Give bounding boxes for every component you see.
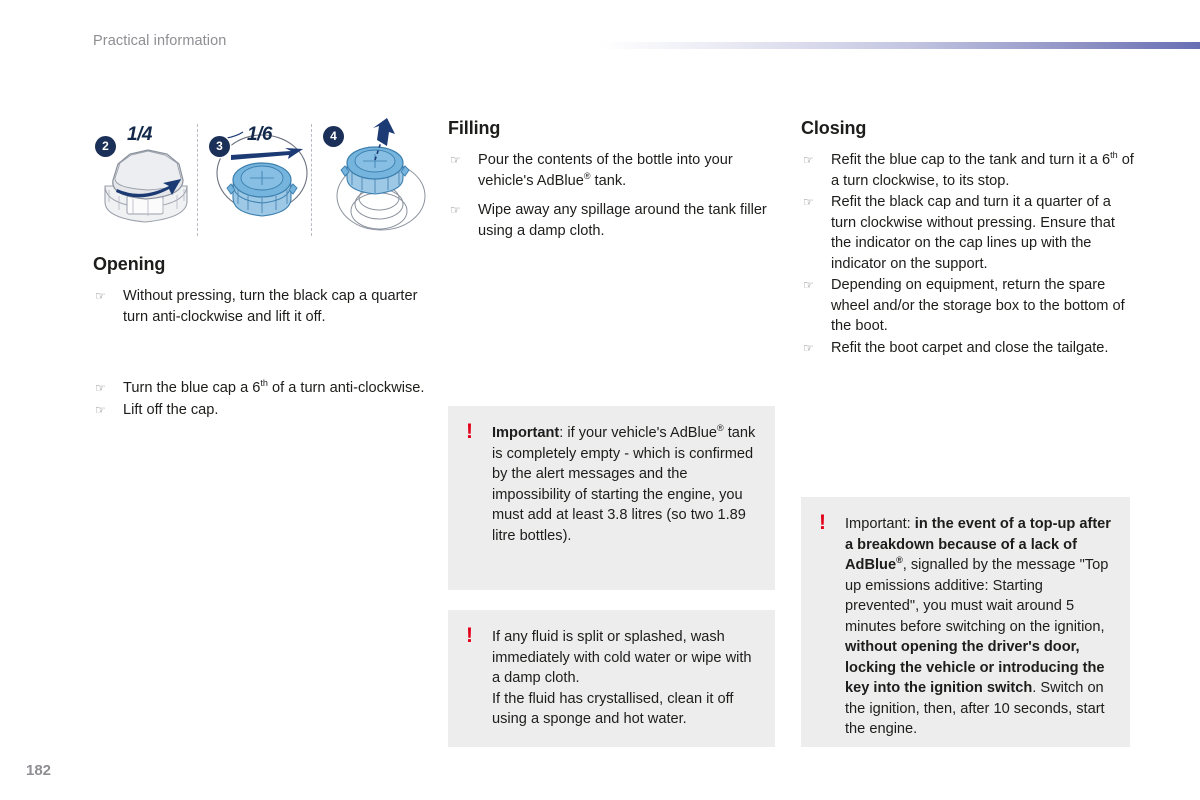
heading-filling: Filling — [448, 118, 501, 138]
list-item-text-pre: Turn the blue cap a 6 — [123, 380, 261, 396]
hand-pointer-icon: ☞ — [803, 278, 814, 292]
list-item: ☞ Refit the black cap and turn it a quar… — [801, 192, 1136, 274]
list-item-text: Wipe away any spillage around the tank f… — [478, 202, 767, 239]
list-item-text-post: of a turn anti-clockwise. — [267, 380, 425, 396]
page-title: Practical information — [93, 33, 227, 49]
illustration-panel-2: 3 1/6 — [207, 118, 317, 240]
left-column: 2 1/4 3 1/6 4 Opening ☞ Without pressing… — [93, 118, 438, 421]
registered-mark: ® — [717, 423, 724, 434]
illustration-divider-2 — [311, 124, 312, 236]
illustration-panel-3: 4 — [321, 118, 431, 240]
note-lead: Important: — [845, 516, 915, 532]
list-item-text: Without pressing, turn the black cap a q… — [123, 288, 418, 325]
illustration-panel-1: 2 1/4 — [93, 118, 203, 240]
hand-pointer-icon: ☞ — [450, 203, 461, 217]
hand-pointer-icon: ☞ — [95, 289, 106, 303]
fraction-label-sixth: 1/6 — [247, 124, 272, 145]
illustration-divider-1 — [197, 124, 198, 236]
closing-step-list: ☞ Refit the blue cap to the tank and tur… — [801, 150, 1136, 358]
fraction-label-quarter: 1/4 — [127, 124, 152, 145]
middle-column: Filling ☞ Pour the contents of the bottl… — [448, 118, 778, 242]
exclamation-icon: ! — [466, 420, 473, 443]
heading-closing: Closing — [801, 118, 867, 138]
hand-pointer-icon: ☞ — [450, 153, 461, 167]
page-number: 182 — [26, 762, 52, 779]
hand-pointer-icon: ☞ — [803, 153, 814, 167]
heading-opening: Opening — [93, 254, 166, 274]
important-note-box-empty-tank: ! Important: if your vehicle's AdBlue® t… — [448, 406, 775, 590]
hand-pointer-icon: ☞ — [803, 195, 814, 209]
list-item: ☞ Refit the blue cap to the tank and tur… — [801, 150, 1136, 191]
list-item-text-pre: Refit the blue cap to the tank and turn … — [831, 152, 1111, 168]
list-item: ☞ Wipe away any spillage around the tank… — [448, 200, 778, 241]
list-item-text: Refit the boot carpet and close the tail… — [831, 339, 1109, 356]
list-item-text: Refit the black cap and turn it a quarte… — [831, 194, 1115, 272]
list-item: ☞ Refit the boot carpet and close the ta… — [801, 338, 1136, 359]
page-header: Practical information — [0, 0, 1200, 90]
note-text-line-2: If the fluid has crystallised, clean it … — [492, 690, 734, 728]
exclamation-icon: ! — [819, 511, 826, 534]
hand-pointer-icon: ☞ — [803, 340, 814, 355]
note-text: Important: if your vehicle's AdBlue® tan… — [492, 423, 759, 546]
adblue-cap-illustration: 2 1/4 3 1/6 4 — [93, 118, 433, 240]
exclamation-icon: ! — [466, 624, 473, 647]
list-item-text-post: tank. — [590, 172, 627, 189]
note-text: Important: in the event of a top-up afte… — [845, 514, 1114, 740]
ordinal-suffix: th — [1110, 150, 1118, 161]
list-item: ☞ Lift off the cap. — [93, 400, 438, 421]
step-badge-4: 4 — [323, 126, 344, 147]
right-column: Closing ☞ Refit the blue cap to the tank… — [801, 118, 1136, 359]
filling-step-list: ☞ Pour the contents of the bottle into y… — [448, 150, 778, 241]
list-item-text: Lift off the cap. — [123, 401, 219, 418]
note-text-line-1: If any fluid is split or splashed, wash … — [492, 629, 752, 686]
list-item-text: Depending on equipment, return the spare… — [831, 277, 1125, 334]
hand-pointer-icon: ☞ — [95, 381, 106, 395]
important-note-box-spillage: ! If any fluid is split or splashed, was… — [448, 610, 775, 747]
opening-step-list-2: ☞ Turn the blue cap a 6th of a turn anti… — [93, 378, 438, 420]
list-item: ☞ Turn the blue cap a 6th of a turn anti… — [93, 378, 438, 399]
opening-step-list-1: ☞ Without pressing, turn the black cap a… — [93, 286, 438, 327]
list-item: ☞ Depending on equipment, return the spa… — [801, 275, 1136, 337]
step-badge-2: 2 — [95, 136, 116, 157]
header-gradient-rule — [600, 42, 1200, 49]
note-part-b: tank is completely empty - which is conf… — [492, 425, 756, 544]
hand-pointer-icon: ☞ — [95, 402, 106, 417]
note-lead-bold: Important — [492, 425, 560, 441]
important-note-box-topup: ! Important: in the event of a top-up af… — [801, 497, 1130, 747]
ordinal-suffix: th — [260, 378, 268, 389]
note-part-a: : if your vehicle's AdBlue — [559, 425, 718, 441]
registered-mark: ® — [583, 170, 591, 181]
list-item: ☞ Pour the contents of the bottle into y… — [448, 150, 778, 191]
list-item: ☞ Without pressing, turn the black cap a… — [93, 286, 438, 327]
note-text: If any fluid is split or splashed, wash … — [492, 627, 759, 730]
step-badge-3: 3 — [209, 136, 230, 157]
registered-mark: ® — [896, 555, 903, 566]
